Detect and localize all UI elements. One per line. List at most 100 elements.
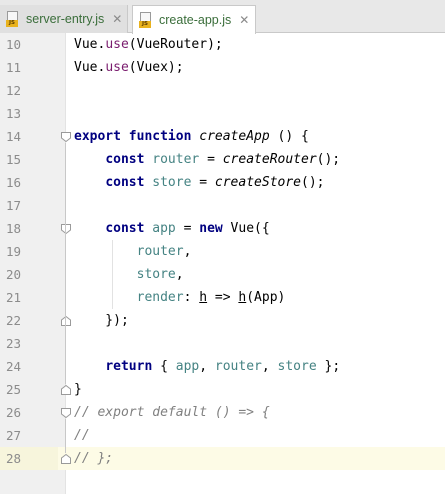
code-text: store,: [74, 263, 184, 286]
close-icon[interactable]: ✕: [239, 13, 249, 27]
code-token: ,: [175, 267, 184, 282]
tab-label: server-entry.js: [26, 12, 105, 26]
fold-end-icon[interactable]: [60, 384, 72, 396]
code-line[interactable]: 14 export function createApp () {: [0, 125, 445, 148]
code-token: Vue.: [74, 60, 106, 75]
code-token: Vue.: [74, 37, 106, 52]
code-text: render: h => h(App): [74, 286, 286, 309]
line-number: 14: [6, 129, 22, 144]
line-number: 11: [6, 60, 22, 75]
code-token: h: [199, 290, 208, 305]
code-token: router: [152, 152, 200, 167]
code-token: =>: [207, 290, 239, 305]
fold-start-icon[interactable]: [60, 223, 72, 235]
code-line[interactable]: 12: [0, 79, 445, 102]
code-text: const router = createRouter();: [74, 148, 340, 171]
code-line[interactable]: 18 const app = new Vue({: [0, 217, 445, 240]
code-token: createApp: [199, 129, 270, 144]
code-token: store: [277, 359, 317, 374]
code-token: app: [175, 359, 200, 374]
line-number: 20: [6, 267, 22, 282]
code-token: return: [105, 359, 153, 374]
code-token: use: [105, 60, 129, 75]
line-number: 17: [6, 198, 22, 213]
code-text: const app = new Vue({: [74, 217, 269, 240]
code-token: const: [105, 175, 145, 190]
code-token: () {: [269, 129, 309, 144]
code-token: =: [199, 152, 223, 167]
code-line[interactable]: 19 router,: [0, 240, 445, 263]
code-line[interactable]: 10 Vue.use(VueRouter);: [0, 33, 445, 56]
line-number: 22: [6, 313, 22, 328]
line-number: 15: [6, 152, 22, 167]
code-text: }: [74, 378, 82, 401]
tab-create-app[interactable]: JS create-app.js ✕: [132, 5, 256, 34]
code-line[interactable]: 28 // };: [0, 447, 445, 470]
code-line[interactable]: 24 return { app, router, store };: [0, 355, 445, 378]
code-token: (VueRouter);: [128, 37, 223, 52]
fold-end-icon[interactable]: [60, 315, 72, 327]
code-token: ,: [261, 359, 278, 374]
code-line[interactable]: 25}: [0, 378, 445, 401]
js-file-icon: JS: [139, 12, 153, 28]
js-file-icon: JS: [6, 11, 20, 27]
code-line[interactable]: 13: [0, 102, 445, 125]
tab-label: create-app.js: [159, 13, 232, 27]
code-text: router,: [74, 240, 192, 263]
code-line[interactable]: 15 const router = createRouter();: [0, 148, 445, 171]
editor-tab-bar: JS server-entry.js ✕ JS create-app.js ✕: [0, 0, 445, 34]
code-token: =: [191, 175, 215, 190]
code-token: :: [183, 290, 200, 305]
line-number: 19: [6, 244, 22, 259]
code-token: ();: [316, 152, 341, 167]
code-text: Vue.use(VueRouter);: [74, 33, 223, 56]
code-line[interactable]: 22 });: [0, 309, 445, 332]
code-token: }: [74, 382, 82, 397]
code-token: ,: [199, 359, 215, 374]
code-token: store: [152, 175, 192, 190]
code-text: });: [74, 309, 129, 332]
code-token: ();: [301, 175, 325, 190]
code-token: createRouter: [222, 152, 317, 167]
tab-server-entry[interactable]: JS server-entry.js ✕: [0, 5, 128, 33]
fold-start-icon[interactable]: [60, 131, 72, 143]
code-line[interactable]: 17: [0, 194, 445, 217]
code-token: =: [175, 221, 200, 236]
code-token: const: [105, 152, 145, 167]
code-token: router: [214, 359, 262, 374]
fold-end-icon[interactable]: [60, 453, 72, 465]
code-editor[interactable]: 10 Vue.use(VueRouter); 11 Vue.use(Vuex); 12 1…: [0, 33, 445, 494]
line-number: 21: [6, 290, 22, 305]
code-line[interactable]: 21 render: h => h(App): [0, 286, 445, 309]
code-line[interactable]: 20 store,: [0, 263, 445, 286]
line-number: 27: [6, 428, 22, 443]
code-token: store: [136, 267, 176, 282]
line-number: 13: [6, 106, 22, 121]
code-line[interactable]: 27 //: [0, 424, 445, 447]
code-line[interactable]: 26 // export default () => {: [0, 401, 445, 424]
code-token: router: [136, 244, 184, 259]
code-token: // };: [74, 451, 114, 466]
line-number: 16: [6, 175, 22, 190]
line-number: 12: [6, 83, 22, 98]
close-icon[interactable]: ✕: [112, 12, 122, 26]
code-line[interactable]: 16 const store = createStore();: [0, 171, 445, 194]
code-line[interactable]: 23: [0, 332, 445, 355]
code-token: new: [199, 221, 223, 236]
code-line[interactable]: 11 Vue.use(Vuex);: [0, 56, 445, 79]
fold-start-icon[interactable]: [60, 407, 72, 419]
code-token: // export default () => {: [74, 405, 270, 420]
code-token: (Vuex);: [128, 60, 184, 75]
line-number: 24: [6, 359, 22, 374]
code-token: const: [105, 221, 145, 236]
code-text: return { app, router, store };: [74, 355, 340, 378]
code-token: (App): [246, 290, 286, 305]
code-token: use: [105, 37, 129, 52]
